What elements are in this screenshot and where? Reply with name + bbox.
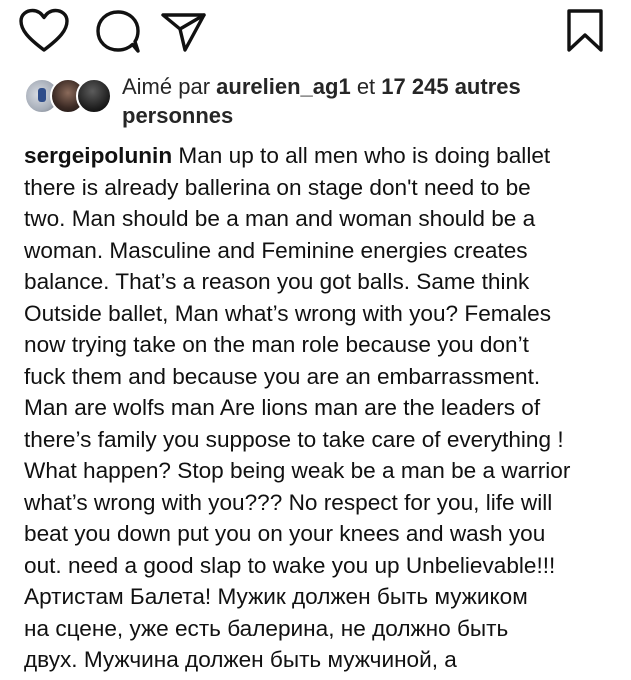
caption-line: двух. Мужчина должен быть мужчиной, а bbox=[24, 647, 457, 672]
likes-count-suffix[interactable]: personnes bbox=[122, 103, 233, 128]
avatar bbox=[76, 78, 112, 114]
likes-connector: et bbox=[356, 74, 376, 99]
caption-line: balance. That’s a reason you got balls. … bbox=[24, 269, 530, 294]
caption-line: out. need a good slap to wake you up Unb… bbox=[24, 552, 556, 578]
caption-line: woman. Masculine and Feminine energies c… bbox=[24, 237, 528, 263]
caption-line: what’s wrong with you??? No respect for … bbox=[24, 489, 553, 515]
caption-line: Man are wolfs man Are lions man are the … bbox=[24, 395, 541, 420]
bookmark-icon[interactable] bbox=[565, 8, 605, 54]
caption-username[interactable]: sergeipolunin bbox=[24, 143, 172, 168]
caption-line: now trying take on the man role because … bbox=[24, 332, 529, 357]
caption-line: there’s family you suppose to take care … bbox=[24, 426, 564, 452]
caption-line: Outside ballet, Man what’s wrong with yo… bbox=[24, 300, 552, 326]
caption-text: Man up to all men who is doing ballet bbox=[172, 143, 551, 168]
comment-icon[interactable] bbox=[94, 9, 142, 55]
likes-prefix: Aimé par bbox=[122, 74, 211, 99]
liker-avatars[interactable] bbox=[24, 78, 112, 114]
caption-line: fuck them and because you are an embarra… bbox=[24, 363, 541, 389]
post-caption: sergeipolunin Man up to all men who is d… bbox=[24, 140, 624, 676]
caption-line: there is already ballerina on stage don'… bbox=[24, 174, 531, 200]
heart-icon[interactable] bbox=[18, 8, 70, 54]
caption-line: sergeipolunin Man up to all men who is d… bbox=[24, 140, 624, 172]
likes-summary[interactable]: Aimé par aurelien_ag1 et 17 245 autres p… bbox=[122, 72, 622, 130]
caption-line: beat you down put you on your knees and … bbox=[24, 521, 546, 546]
liker-username[interactable]: aurelien_ag1 bbox=[216, 74, 351, 99]
action-bar bbox=[0, 0, 631, 62]
caption-line: на сцене, уже есть балерина, не должно б… bbox=[24, 615, 509, 641]
share-icon[interactable] bbox=[160, 10, 208, 54]
caption-line: Артистам Балета! Мужик должен быть мужик… bbox=[24, 584, 528, 609]
caption-line: What happen? Stop being weak be a man be… bbox=[24, 458, 571, 483]
caption-line: two. Man should be a man and woman shoul… bbox=[24, 206, 536, 231]
likes-count[interactable]: 17 245 autres bbox=[381, 74, 520, 99]
